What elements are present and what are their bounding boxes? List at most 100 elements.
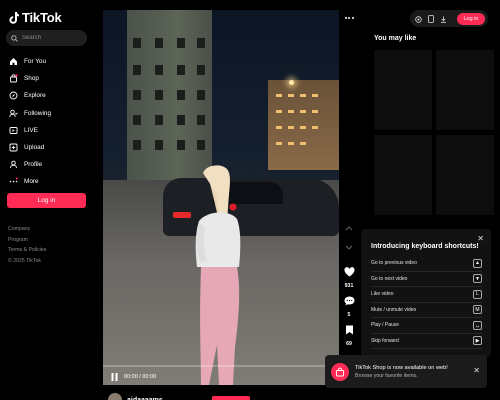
sidebar-item-label: LIVE — [24, 126, 38, 134]
author-row[interactable]: aidaaaams — [108, 393, 163, 400]
heart-icon — [343, 264, 355, 282]
footer-link-company[interactable]: Company — [8, 224, 46, 235]
key-l-icon: L — [473, 289, 482, 299]
shortcut-row: Go to previous video ▲ — [371, 256, 482, 272]
following-icon — [9, 109, 18, 118]
upload-icon — [9, 143, 18, 152]
key-m-icon: M — [473, 305, 482, 315]
shortcut-label: Play / Pause — [371, 322, 400, 329]
sidebar-item-shop[interactable]: Shop — [9, 70, 94, 87]
video-actions: 931 5 69 19 — [340, 218, 358, 376]
footer-link-terms[interactable]: Terms & Policies — [8, 245, 46, 256]
toast-subtitle: Browse your favorite items. — [355, 372, 418, 379]
sidebar-item-label: Upload — [24, 144, 45, 152]
shop-toast: TikTok Shop is now available on web! Bro… — [325, 355, 487, 388]
top-right-bar: Log in — [410, 10, 488, 27]
sidebar-item-for-you[interactable]: For You — [9, 53, 94, 70]
shopping-bag-icon — [331, 362, 349, 381]
tiktok-logo[interactable]: TikTok — [9, 10, 62, 25]
sidebar-item-live[interactable]: LIVE — [9, 122, 94, 139]
shortcut-row: Mute / unmute video M — [371, 303, 482, 318]
footer-link-program[interactable]: Program — [8, 235, 46, 246]
video-scene-streetlamp — [289, 80, 294, 85]
prev-video-button[interactable] — [340, 218, 358, 236]
video-more-options-button[interactable] — [342, 13, 356, 23]
sidebar-item-label: More — [24, 178, 39, 186]
key-up-arrow-icon: ▲ — [473, 258, 482, 268]
close-icon[interactable]: ✕ — [477, 234, 484, 243]
search-bar[interactable] — [6, 30, 87, 46]
follow-button[interactable] — [212, 396, 250, 400]
video-scene-building-lit — [268, 80, 339, 170]
recommended-video-thumbnail[interactable] — [374, 50, 432, 130]
profile-icon — [9, 160, 18, 169]
download-icon[interactable] — [440, 10, 447, 28]
like-count: 931 — [344, 283, 354, 289]
sidebar-item-explore[interactable]: Explore — [9, 87, 94, 104]
key-space-icon: ␣ — [473, 320, 482, 330]
recommended-video-thumbnail[interactable] — [436, 135, 494, 215]
shortcut-label: Go to next video — [371, 275, 408, 282]
comment-count: 5 — [347, 312, 351, 318]
recommended-video-thumbnail[interactable] — [374, 135, 432, 215]
coins-icon[interactable] — [415, 10, 422, 28]
shortcut-row: Skip forward ▶ — [371, 334, 482, 349]
next-video-button[interactable] — [340, 238, 358, 256]
shortcut-label: Mute / unmute video — [371, 306, 417, 313]
live-icon — [9, 126, 18, 135]
keyboard-shortcuts-panel: ✕ Introducing keyboard shortcuts! Go to … — [361, 229, 491, 357]
tiktok-logo-text: TikTok — [22, 10, 62, 25]
pause-icon[interactable] — [111, 368, 118, 386]
tiktok-logo-icon — [9, 11, 19, 24]
toast-title: TikTok Shop is now available on web! — [355, 364, 448, 371]
shortcut-label: Like video — [371, 291, 394, 298]
sidebar-item-label: Following — [24, 109, 51, 117]
shortcut-label: Go to previous video — [371, 260, 417, 267]
video-scene-person — [189, 163, 249, 385]
sidebar-item-label: Explore — [24, 92, 46, 100]
bookmark-icon — [345, 322, 354, 340]
sidebar-item-label: Profile — [24, 161, 43, 169]
like-button[interactable]: 931 — [340, 264, 358, 289]
get-app-icon[interactable] — [428, 10, 434, 28]
comment-button[interactable]: 5 — [340, 293, 358, 318]
author-username[interactable]: aidaaaams — [127, 397, 163, 400]
topbar-login-button[interactable]: Log in — [457, 12, 485, 25]
video-scene-building — [127, 10, 212, 185]
sidebar-item-label: For You — [24, 58, 47, 66]
sidebar-item-profile[interactable]: Profile — [9, 156, 94, 173]
sidebar-login-button[interactable]: Log in — [7, 193, 86, 208]
footer-copyright: © 2025 TikTok — [8, 257, 41, 264]
you-may-like-title: You may like — [374, 35, 417, 42]
sidebar-nav: For You Shop Explore Following LIVE Uplo… — [9, 53, 94, 191]
home-icon — [9, 57, 18, 66]
more-dots-icon — [9, 177, 18, 186]
shortcut-row: Go to next video ▼ — [371, 272, 482, 287]
avatar[interactable] — [108, 393, 122, 400]
video-controls: 00:00 / 00:00 — [103, 368, 339, 385]
save-button[interactable]: 69 — [340, 322, 358, 347]
shortcuts-title: Introducing keyboard shortcuts! — [371, 243, 479, 250]
sidebar-item-upload[interactable]: Upload — [9, 139, 94, 156]
chevron-up-icon — [345, 218, 353, 236]
shortcut-row: Like video L — [371, 287, 482, 303]
comment-icon — [344, 293, 355, 311]
sidebar-item-following[interactable]: Following — [9, 105, 94, 122]
search-input[interactable] — [22, 35, 82, 41]
chevron-down-icon — [345, 238, 353, 256]
search-icon — [11, 29, 18, 47]
recommended-video-thumbnail[interactable] — [436, 50, 494, 130]
shortcut-label: Skip forward — [371, 337, 399, 344]
video-player[interactable] — [103, 10, 339, 385]
video-time: 00:00 / 00:00 — [124, 373, 157, 380]
shortcut-row: Play / Pause ␣ — [371, 318, 482, 334]
sidebar-item-label: Shop — [24, 75, 39, 83]
sidebar-item-more[interactable]: More — [9, 173, 94, 190]
footer-links: Company Program Terms & Policies © 2025 … — [8, 224, 46, 266]
sidebar: TikTok For You Shop Explore Following LI… — [0, 0, 100, 400]
progress-bar[interactable] — [103, 365, 339, 367]
save-count: 69 — [346, 341, 352, 347]
close-icon[interactable]: ✕ — [473, 366, 480, 375]
key-right-arrow-icon: ▶ — [473, 336, 482, 346]
key-down-arrow-icon: ▼ — [473, 274, 482, 284]
